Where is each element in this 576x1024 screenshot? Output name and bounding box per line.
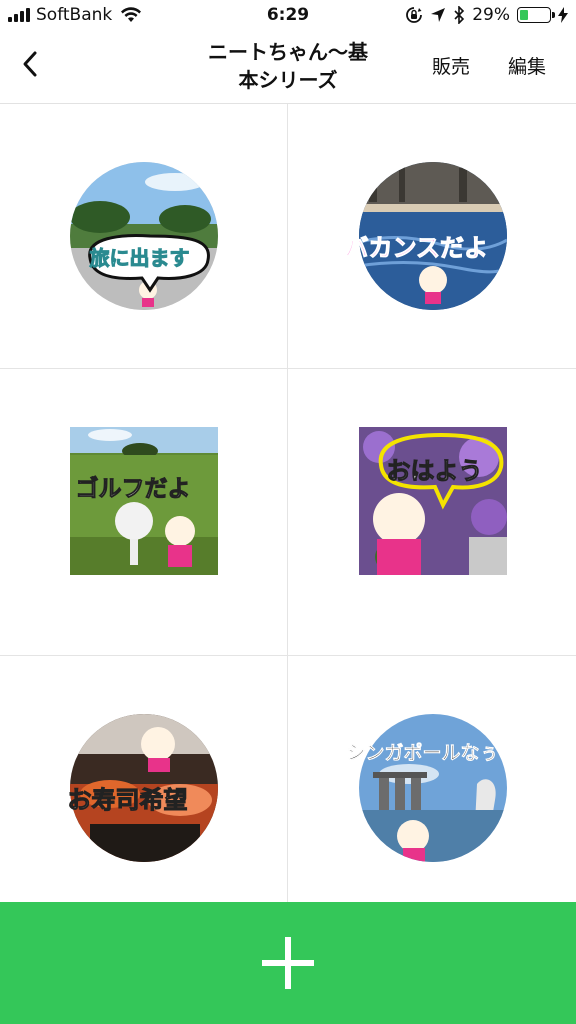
plus-icon: [262, 937, 314, 989]
sticker-item-5[interactable]: お寿司希望: [0, 656, 287, 902]
sticker-item-3[interactable]: ゴルフだよ: [0, 369, 287, 633]
sticker-grid: 旅に出ます バカンスだよ ゴルフだよ おはよう お寿司希望 シンガポールなぅ: [0, 104, 576, 902]
status-right: 29%: [405, 5, 568, 25]
bluetooth-icon: [454, 6, 465, 24]
sticker-image: [358, 714, 507, 862]
sticker-thumbnail: おはよう: [358, 427, 507, 575]
page-title: ニートちゃん〜基 本シリーズ: [180, 38, 396, 94]
wifi-icon: [121, 7, 142, 22]
back-button[interactable]: [14, 48, 46, 80]
edit-button[interactable]: 編集: [508, 52, 546, 79]
sticker-item-6[interactable]: シンガポールなぅ: [289, 656, 576, 902]
sticker-thumbnail: 旅に出ます: [69, 162, 218, 310]
orientation-lock-icon: [406, 7, 423, 23]
sticker-caption: お寿司希望: [67, 786, 188, 815]
sticker-thumbnail: ゴルフだよ: [69, 427, 218, 575]
status-bar: SoftBank 6:29 29%: [0, 0, 576, 32]
sticker-caption: おはよう: [386, 457, 483, 486]
signal-icon: [8, 8, 30, 22]
sticker-caption: バカンスだよ: [344, 234, 489, 263]
chevron-left-icon: [23, 51, 37, 77]
sticker-item-4[interactable]: おはよう: [289, 369, 576, 633]
sticker-caption: シンガポールなぅ: [346, 742, 499, 765]
page-title-line1: ニートちゃん〜基: [208, 40, 368, 64]
page-title-line2: 本シリーズ: [238, 68, 338, 92]
sticker-caption: ゴルフだよ: [75, 476, 191, 503]
battery-percent: 29%: [472, 5, 510, 25]
battery-icon: [517, 7, 555, 23]
status-left: SoftBank: [8, 5, 142, 25]
sell-button[interactable]: 販売: [432, 52, 470, 79]
charging-icon: [558, 7, 568, 23]
battery-level-fill: [520, 10, 528, 20]
grid-divider: [287, 104, 288, 902]
sticker-thumbnail: お寿司希望: [67, 714, 218, 862]
add-sticker-button[interactable]: [0, 902, 576, 1024]
sticker-item-1[interactable]: 旅に出ます: [0, 104, 287, 368]
sticker-item-2[interactable]: バカンスだよ: [289, 104, 576, 368]
location-icon: [431, 8, 446, 22]
sticker-caption: 旅に出ます: [89, 246, 190, 271]
navigation-bar: ニートちゃん〜基 本シリーズ 販売 編集: [0, 32, 576, 104]
carrier-name: SoftBank: [36, 5, 113, 25]
sticker-thumbnail: シンガポールなぅ: [346, 714, 507, 862]
sticker-thumbnail: バカンスだよ: [344, 162, 507, 310]
